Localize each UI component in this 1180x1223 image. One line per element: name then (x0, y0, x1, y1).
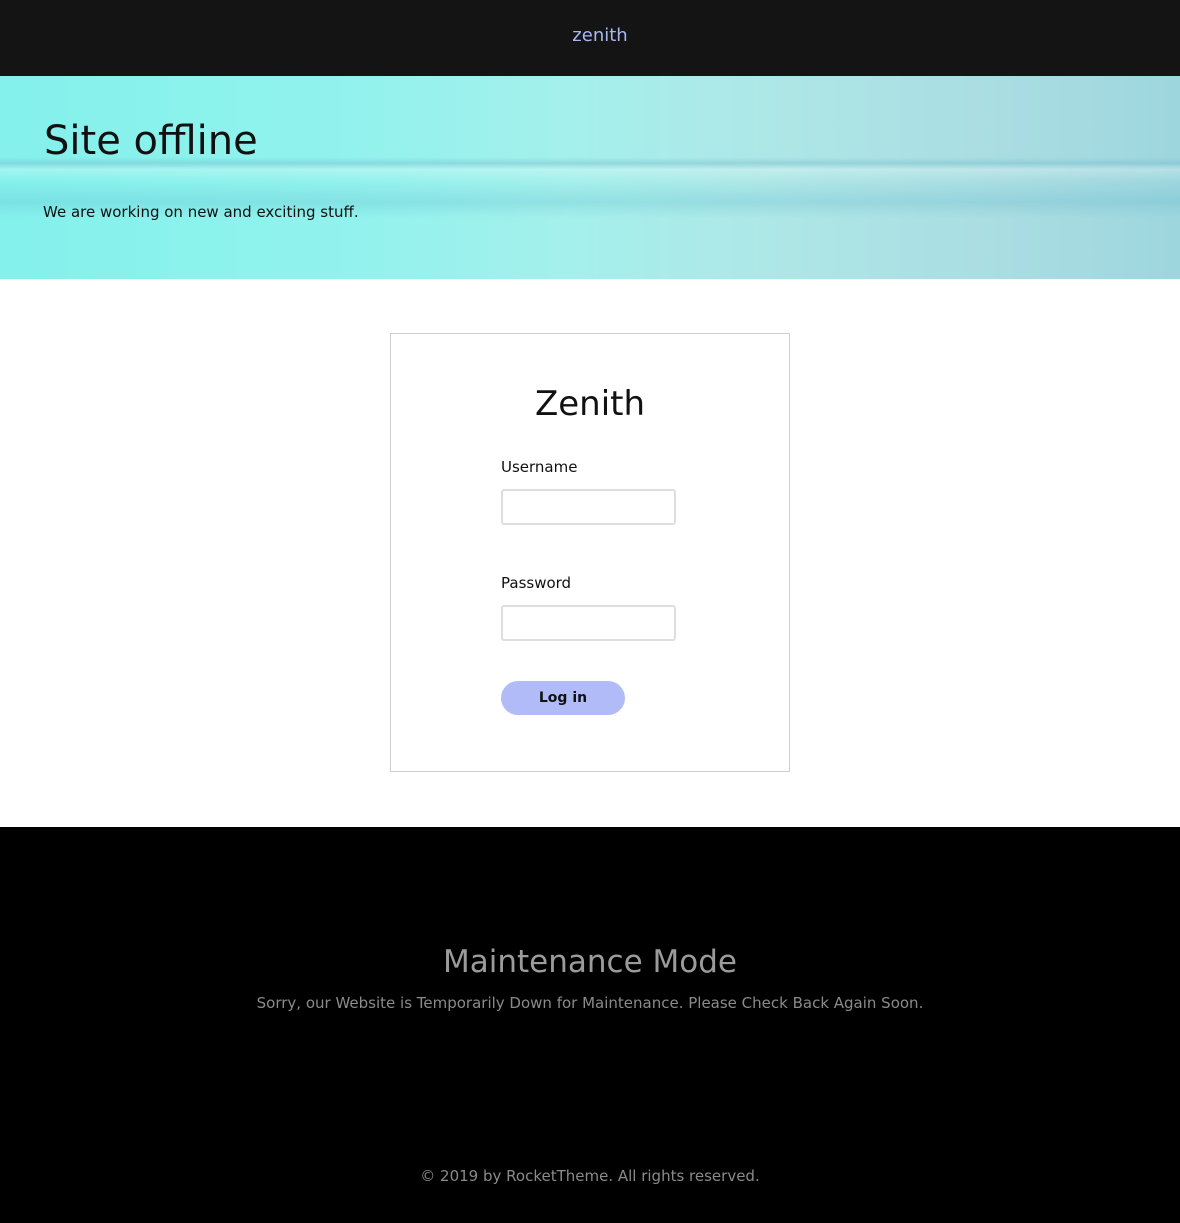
login-form: Zenith Username Password Log in (390, 333, 790, 772)
site-logo-link[interactable]: zenith (0, 25, 1180, 46)
login-title: Zenith (534, 384, 646, 424)
password-label: Password (501, 574, 572, 592)
top-navbar: zenith (0, 0, 1180, 76)
copyright-text: © 2019 by RocketTheme. All rights reserv… (420, 1167, 760, 1185)
password-input[interactable] (501, 605, 676, 641)
hero-message: We are working on new and exciting stuff… (43, 203, 359, 221)
footer: Maintenance Mode Sorry, our Website is T… (0, 827, 1180, 1223)
hero-title: Site offline (44, 118, 258, 164)
username-label: Username (501, 458, 578, 476)
main-content: Zenith Username Password Log in (0, 279, 1180, 827)
username-input[interactable] (501, 489, 676, 525)
hero-banner: Site offline We are working on new and e… (0, 76, 1180, 279)
footer-message: Sorry, our Website is Temporarily Down f… (256, 994, 924, 1012)
footer-title: Maintenance Mode (443, 944, 737, 980)
login-button[interactable]: Log in (501, 681, 625, 715)
